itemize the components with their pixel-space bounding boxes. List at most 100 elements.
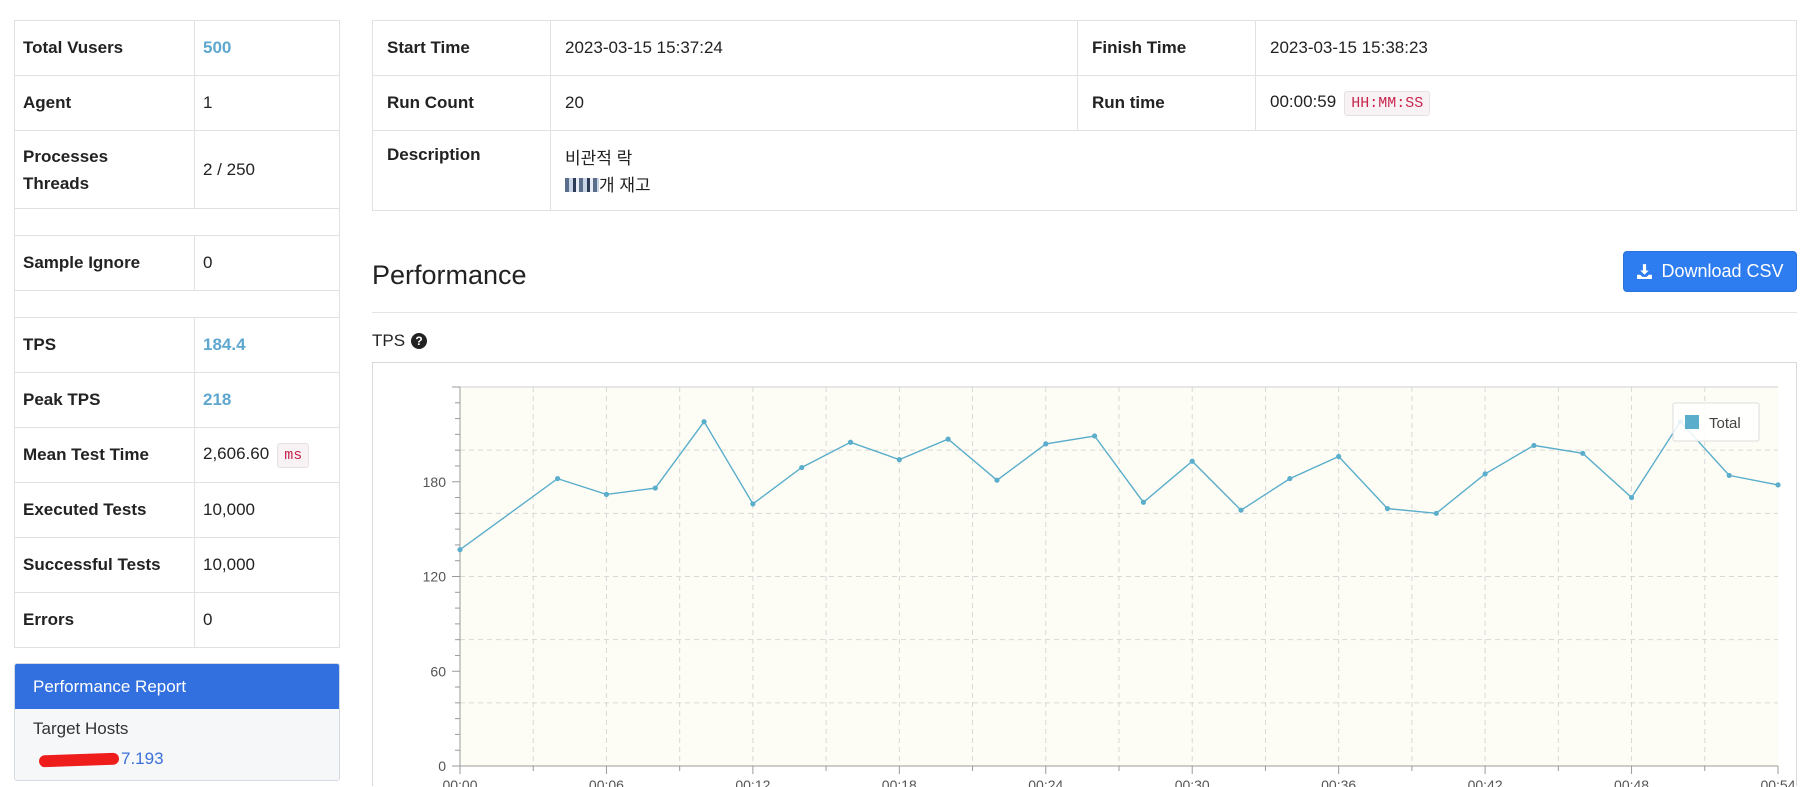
download-csv-label[interactable]: Download CSV [1661,261,1783,282]
run-count-value: 20 [550,75,1078,131]
test-info-panel: Start Time 2023-03-15 15:37:24 Finish Ti… [372,20,1797,211]
summary-label: Successful Tests [14,537,195,593]
summary-label: TPS [14,317,195,373]
data-point [1140,499,1147,505]
summary-panel: Total Vusers 500 Agent 1 Processes Threa… [14,20,340,648]
download-csv-button[interactable]: Download CSV [1623,251,1797,292]
data-point [1726,472,1732,479]
processes-threads-label: Processes Threads [23,146,109,193]
description-line-2: 개 재고 [565,172,1782,199]
summary-spacer [14,208,340,236]
y-tick-label: 180 [423,474,447,490]
data-point [1336,453,1342,460]
data-point [1189,458,1195,464]
summary-row-agent: Agent 1 [14,75,340,131]
run-time-value: 00:00:59 [1270,91,1337,111]
start-time-value: 2023-03-15 15:37:24 [550,20,1078,76]
y-tick-label: 120 [423,569,447,585]
finish-time-label: Finish Time [1077,20,1256,76]
summary-row-mean-test-time: Mean Test Time 2,606.60 ms [14,427,340,483]
summary-table: Total Vusers 500 Agent 1 Processes Threa… [14,20,340,648]
summary-label: Peak TPS [14,372,195,428]
data-point [750,501,756,507]
data-point [1531,442,1537,449]
time-format-badge: HH:MM:SS [1344,90,1431,116]
data-point [1580,450,1586,456]
summary-row-total-vusers: Total Vusers 500 [14,20,340,76]
data-point [1238,507,1244,513]
data-point [1775,482,1781,488]
summary-row-executed-tests: Executed Tests 10,000 [14,482,340,538]
section-divider [372,312,1797,313]
summary-spacer [14,290,340,318]
total-vusers-value: 500 [194,20,340,76]
data-point [1482,471,1488,477]
ms-unit-badge: ms [277,442,310,468]
successful-tests-value: 10,000 [194,537,340,593]
target-host-link[interactable]: 7.193 [15,739,339,769]
data-point [1384,505,1391,512]
executed-tests-value: 10,000 [194,482,340,538]
data-point [603,491,610,497]
summary-row-errors: Errors 0 [14,592,340,648]
data-point [896,457,902,463]
question-circle-icon[interactable]: ? [411,333,428,349]
run-time-cell: 00:00:59 HH:MM:SS [1255,75,1797,131]
data-point [555,475,561,482]
performance-report-panel: Performance Report Target Hosts 7.193 [14,663,340,781]
info-row-times: Start Time 2023-03-15 15:37:24 Finish Ti… [372,20,1797,76]
y-tick-label: 0 [438,758,446,774]
performance-title: Performance [372,260,527,290]
data-point [847,439,854,445]
description-value: 비관적 락 개 재고 [550,130,1797,211]
summary-row-processes-threads: Processes Threads 2 / 250 [14,130,340,209]
tps-chart-container: 0 60 120 180 00:00 00:06 00:12 00:18 00:24 00:30 0… [372,362,1797,787]
download-icon [1637,264,1653,279]
data-point [994,477,1000,483]
data-point [945,436,951,442]
start-time-label: Start Time [372,20,551,76]
summary-row-tps: TPS 184.4 [14,317,340,373]
summary-label: Total Vusers [14,20,195,76]
tps-chart: 06012018000:00 00:06 00:12 00:18 00:24 00:30 0… [423,386,1796,787]
summary-label: Mean Test Time [14,427,195,483]
run-count-label: Run Count [372,75,551,131]
finish-time-value: 2023-03-15 15:38:23 [1255,20,1797,76]
summary-label: Executed Tests [14,482,195,538]
mean-test-time-value: 2,606.60 [203,443,270,463]
data-point [701,419,707,425]
agent-value: 1 [194,75,340,131]
description-label: Description [372,130,551,211]
run-time-label: Run time [1077,75,1256,131]
data-point [457,547,463,553]
pixelated-redaction [565,178,599,192]
tps-chart-label: TPS ? [372,331,428,351]
performance-report-heading[interactable]: Performance Report [15,664,339,709]
sample-ignore-value: 0 [194,235,340,291]
errors-value: 0 [194,592,340,648]
legend-swatch-icon [1685,415,1699,429]
tps-value: 184.4 [194,317,340,373]
data-point [1628,494,1635,501]
tps-chart-label-text: TPS [372,331,406,350]
processes-threads-value: 2 / 250 [194,130,340,209]
peak-tps-value: 218 [194,372,340,428]
description-line-2-text: 개 재고 [599,176,651,195]
summary-label: Agent [14,75,195,131]
summary-label: Sample Ignore [14,235,195,291]
legend-label-total: Total [1709,415,1741,432]
target-hosts-label: Target Hosts [33,719,129,738]
description-line-1: 비관적 락 [565,149,633,168]
data-point [799,464,805,471]
summary-row-successful-tests: Successful Tests 10,000 [14,537,340,593]
mean-test-time-cell: 2,606.60 ms [194,427,340,483]
data-point [1287,475,1293,482]
test-info-table: Start Time 2023-03-15 15:37:24 Finish Ti… [372,20,1797,211]
data-point [1043,441,1049,447]
summary-row-sample-ignore: Sample Ignore 0 [14,235,340,291]
data-point [1091,433,1098,439]
summary-label: Errors [14,592,195,648]
info-row-description: Description 비관적 락 개 재고 [372,130,1797,211]
summary-label: Processes Threads [14,130,195,209]
data-point [1433,510,1439,516]
